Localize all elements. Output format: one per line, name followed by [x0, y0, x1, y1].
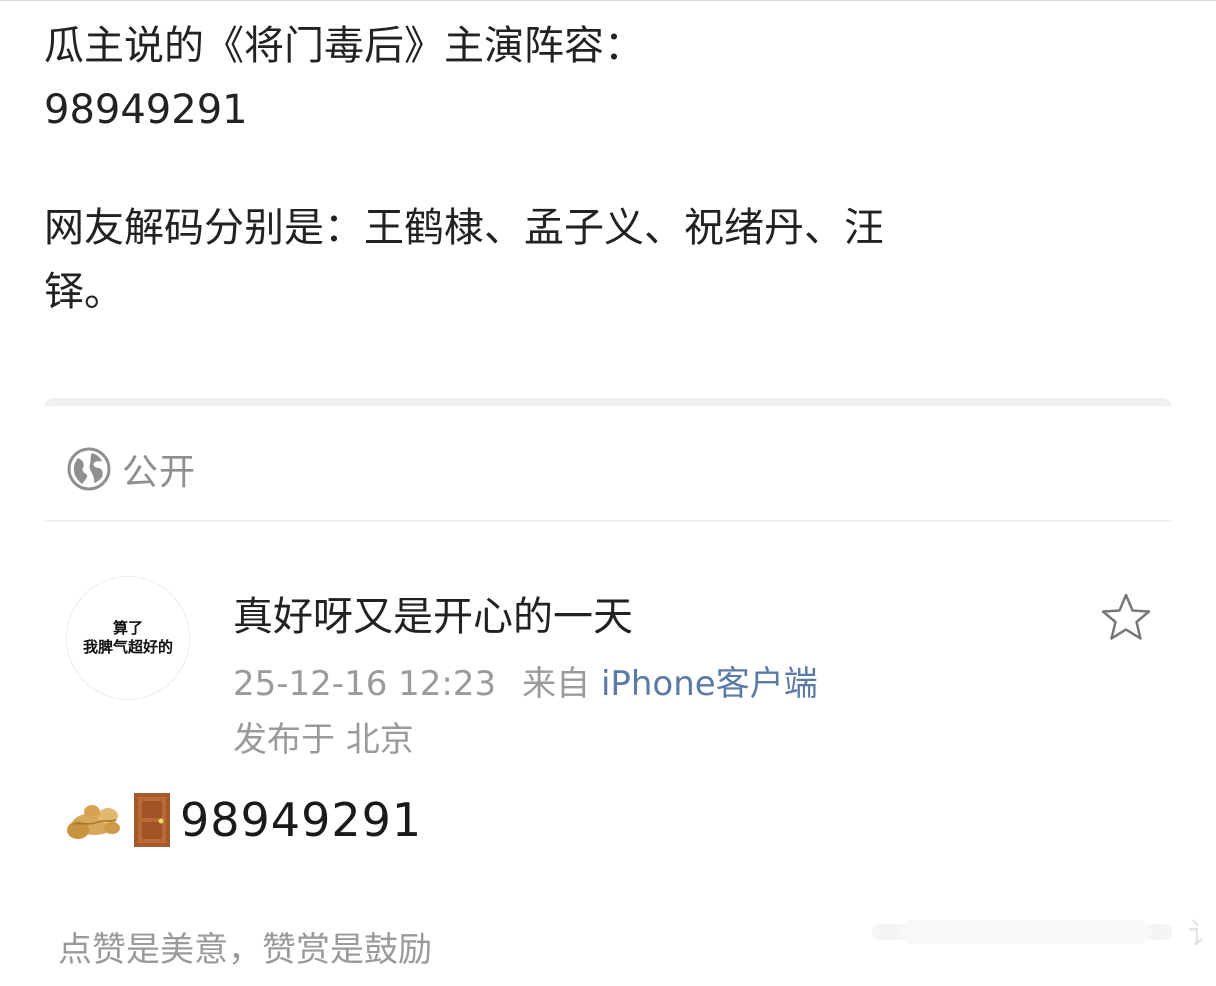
post-body: 瓜主说的《将门毒后》主演阵容： 98949291 网友解码分别是：王鹤棣、孟子义… — [44, 14, 1124, 324]
top-divider — [0, 0, 1216, 1]
avatar[interactable]: 算了 我脾气超好的 — [66, 576, 190, 700]
source-link[interactable]: iPhone客户端 — [601, 664, 818, 704]
post-line-2: 98949291 — [44, 87, 248, 133]
comment-card: 公开 算了 我脾气超好的 真好呀又是开心的一天 25-12-16 12:23 来自… — [44, 398, 1172, 986]
comment-number: 98949291 — [180, 793, 423, 847]
avatar-text-1: 算了 — [112, 619, 143, 637]
comment-meta: 25-12-16 12:23 来自 iPhone客户端 — [233, 656, 818, 705]
timestamp: 25-12-16 12:23 — [233, 664, 497, 704]
post-line-1: 瓜主说的《将门毒后》主演阵容： — [44, 23, 644, 69]
post-line-3: 网友解码分别是：王鹤棣、孟子义、祝绪丹、汪 — [44, 205, 884, 251]
username[interactable]: 真好呀又是开心的一天 — [233, 584, 633, 642]
star-outline-icon[interactable] — [1098, 590, 1154, 646]
location: 发布于 北京 — [233, 720, 414, 760]
visibility-label: 公开 — [122, 452, 197, 493]
comment-content: 98949291 — [62, 790, 422, 850]
avatar-text-2: 我脾气超好的 — [82, 638, 173, 656]
post-line-4: 铎。 — [44, 269, 124, 315]
visibility-setting[interactable]: 公开 — [66, 444, 196, 494]
post-blank-line — [44, 142, 1124, 196]
ginger-emoji — [67, 805, 120, 839]
reward-tagline: 点赞是美意，赞赏是鼓励 — [58, 930, 432, 970]
watermark: 讠 — [872, 917, 1216, 952]
from-label: 来自 — [522, 664, 591, 704]
door-emoji — [134, 793, 170, 847]
svg-text:讠: 讠 — [1188, 917, 1216, 952]
globe-icon — [67, 447, 111, 491]
card-divider — [44, 520, 1172, 522]
